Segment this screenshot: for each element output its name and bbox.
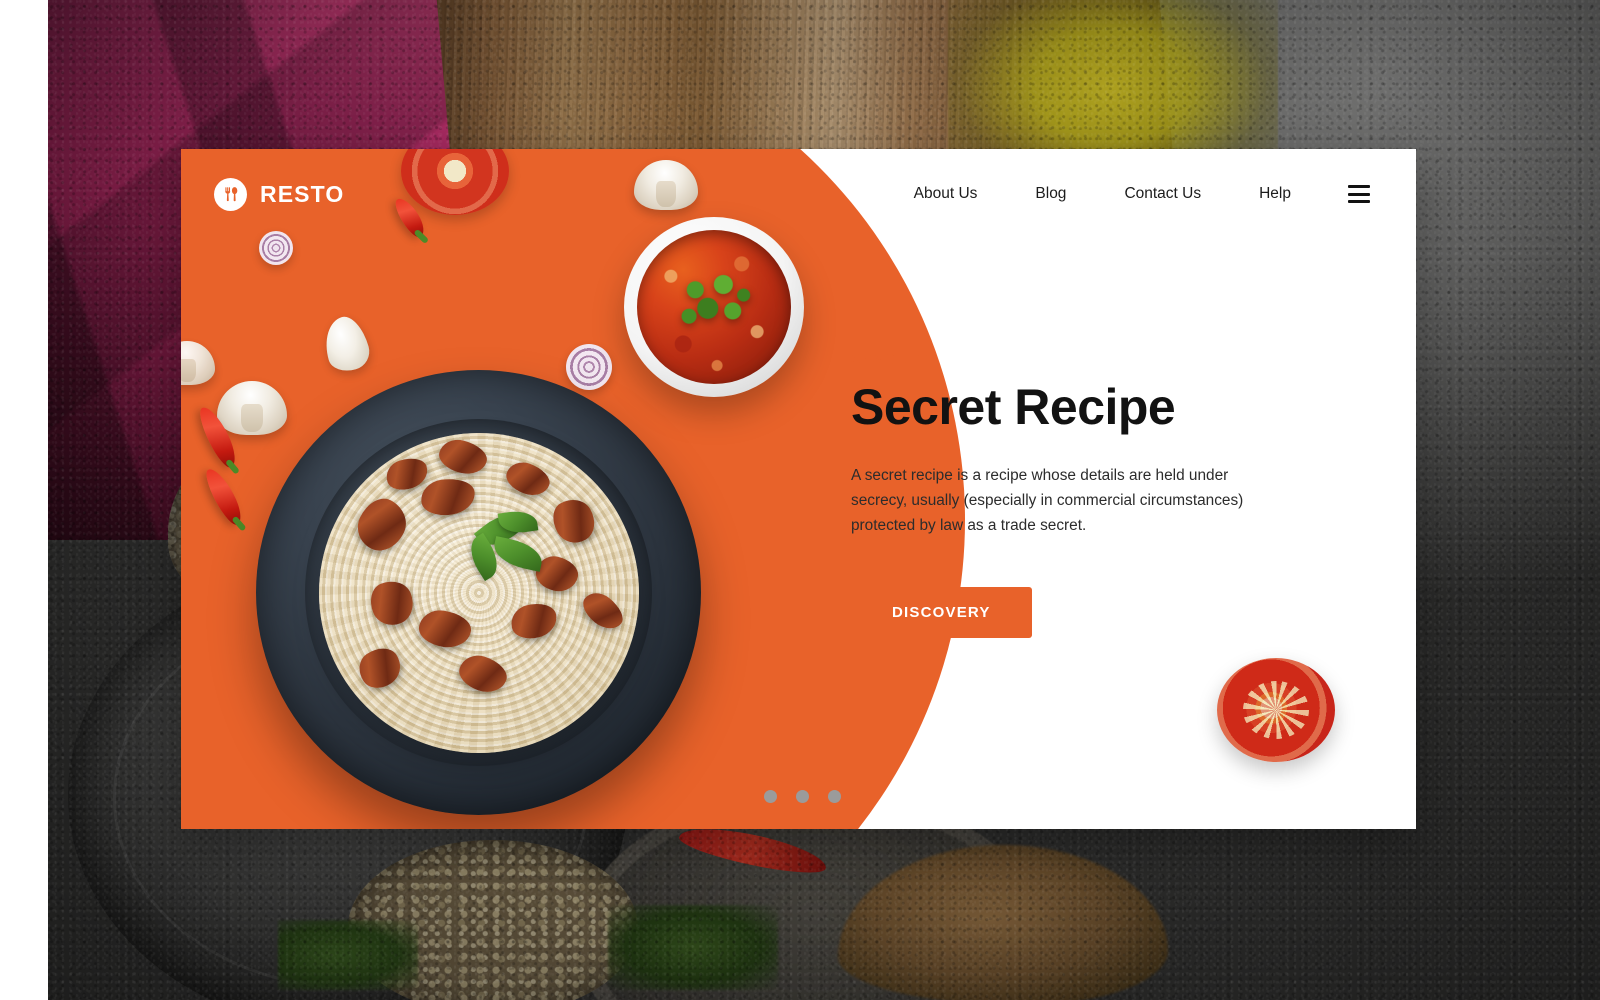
carousel-pagination — [732, 790, 841, 803]
fork-and-spoon-circle-icon — [214, 177, 247, 211]
page-title: Secret Recipe — [851, 379, 1176, 435]
hamburger-bar-top — [1348, 185, 1370, 188]
hamburger-menu-icon[interactable] — [1348, 185, 1370, 203]
hamburger-bar-middle — [1348, 192, 1370, 196]
hero-description: A secret recipe is a recipe whose detail… — [851, 467, 1244, 534]
nav-item-help[interactable]: Help — [1230, 179, 1320, 209]
brand-logo[interactable]: RESTO — [214, 177, 345, 211]
hero-content: SPAGETTI Secret Recipe A secret recipe i… — [851, 352, 1321, 638]
carousel-dot-1[interactable] — [732, 790, 745, 803]
background-yellow-spice — [948, 0, 1278, 170]
background-herb-left — [278, 920, 418, 990]
page-root: RESTO About Us Blog Contact Us Help SPAG… — [0, 0, 1600, 1000]
carousel-dot-2[interactable] — [764, 790, 777, 803]
nav-item-blog[interactable]: Blog — [1006, 179, 1095, 209]
carousel-dot-3[interactable] — [796, 790, 809, 803]
hero-eyebrow: SPAGETTI — [851, 352, 934, 368]
carousel-dot-4[interactable] — [828, 790, 841, 803]
halved-tomato — [1217, 658, 1335, 762]
discovery-button[interactable]: DISCOVERY — [851, 586, 1032, 638]
hamburger-bar-bottom — [1348, 200, 1370, 203]
orange-circle-shape — [181, 149, 965, 829]
main-navigation: About Us Blog Contact Us Help — [885, 179, 1370, 209]
site-header: RESTO About Us Blog Contact Us Help — [181, 149, 1416, 239]
brand-name: RESTO — [260, 180, 345, 207]
nav-item-contact-us[interactable]: Contact Us — [1095, 179, 1230, 209]
hero-card: RESTO About Us Blog Contact Us Help SPAG… — [181, 149, 1416, 829]
background-herb-center — [608, 905, 778, 990]
nav-item-about-us[interactable]: About Us — [885, 179, 1007, 209]
